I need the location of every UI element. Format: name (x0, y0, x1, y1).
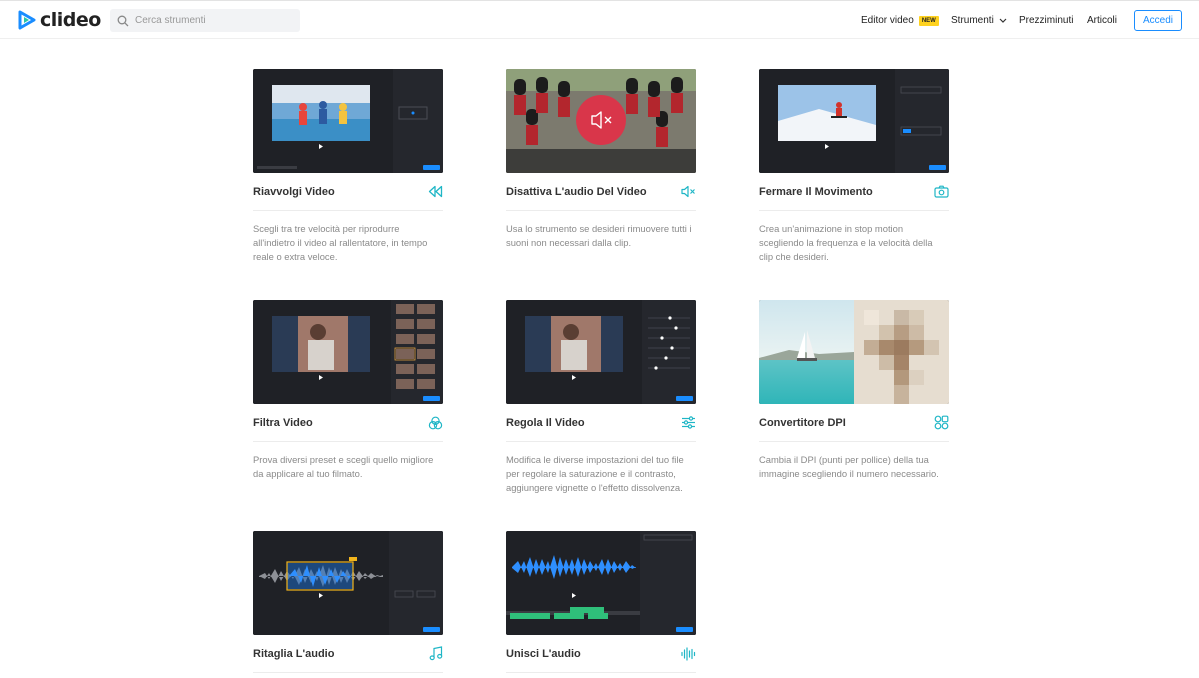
card-title[interactable]: Ritaglia L'audio (253, 648, 334, 660)
filter-video-thumbnail[interactable] (253, 300, 443, 404)
card-title[interactable]: Fermare Il Movimento (759, 186, 873, 198)
mute-icon (681, 184, 696, 199)
top-header: clideo Editor video NEW Strumenti Prezzi… (0, 0, 1199, 39)
card-title-row: Regola Il Video (506, 404, 696, 442)
login-button[interactable]: Accedi (1134, 10, 1182, 31)
nav-video-editor[interactable]: Editor video NEW (861, 1, 939, 40)
tool-card-reverse-video[interactable]: Riavvolgi Video Scegli tra tre velocità … (253, 69, 443, 264)
card-title-row: Fermare Il Movimento (759, 173, 949, 211)
card-title[interactable]: Disattiva L'audio Del Video (506, 186, 647, 198)
tool-card-adjust-video[interactable]: Regola Il Video Modifica le diverse impo… (506, 300, 696, 495)
play-logo-icon (18, 10, 36, 30)
logo-text: clideo (40, 9, 101, 31)
card-title-row: Unisci L'audio (506, 635, 696, 673)
rewind-icon (428, 184, 443, 199)
card-description: Usa lo strumento se desideri rimuovere t… (506, 223, 692, 248)
filter-circles-icon (428, 415, 443, 430)
tool-card-mute-video[interactable]: Disattiva L'audio Del Video Usa lo strum… (506, 69, 696, 250)
card-description: Crea un'animazione in stop motion scegli… (759, 223, 933, 262)
adjust-video-thumbnail[interactable] (506, 300, 696, 404)
nav-video-editor-label: Editor video (861, 15, 914, 26)
nav-prices-label: Prezziminuti (1019, 15, 1074, 26)
card-title[interactable]: Riavvolgi Video (253, 186, 335, 198)
nav-tools-label: Strumenti (951, 15, 994, 26)
card-title[interactable]: Filtra Video (253, 417, 313, 429)
card-title-row: Ritaglia L'audio (253, 635, 443, 673)
nav-tools-dropdown[interactable]: Strumenti (951, 1, 1007, 40)
tool-card-stop-motion[interactable]: Fermare Il Movimento Crea un'animazione … (759, 69, 949, 264)
reverse-video-thumbnail[interactable] (253, 69, 443, 173)
search-icon (117, 15, 129, 27)
cut-audio-thumbnail[interactable] (253, 531, 443, 635)
card-title-row: Disattiva L'audio Del Video (506, 173, 696, 211)
card-title-row: Convertitore DPI (759, 404, 949, 442)
mute-video-thumbnail[interactable] (506, 69, 696, 173)
card-title-row: Filtra Video (253, 404, 443, 442)
tool-card-filter-video[interactable]: Filtra Video Prova diversi preset e sceg… (253, 300, 443, 481)
card-description: Prova diversi preset e scegli quello mig… (253, 454, 434, 479)
chevron-down-icon (999, 18, 1007, 24)
card-description: Modifica le diverse impostazioni del tuo… (506, 454, 684, 493)
dpi-shapes-icon (934, 415, 949, 430)
waveform-icon (681, 646, 696, 661)
card-title[interactable]: Convertitore DPI (759, 417, 846, 429)
nav-articles[interactable]: Articoli (1087, 1, 1117, 40)
sliders-icon (681, 415, 696, 430)
card-title[interactable]: Regola Il Video (506, 417, 585, 429)
card-title[interactable]: Unisci L'audio (506, 648, 581, 660)
merge-audio-thumbnail[interactable] (506, 531, 696, 635)
search-bar[interactable] (110, 9, 300, 32)
dpi-converter-thumbnail[interactable] (759, 300, 949, 404)
camera-icon (934, 184, 949, 199)
tool-card-merge-audio[interactable]: Unisci L'audio (506, 531, 696, 673)
stop-motion-thumbnail[interactable] (759, 69, 949, 173)
music-note-icon (428, 646, 443, 661)
nav-prices[interactable]: Prezziminuti (1019, 1, 1073, 40)
new-badge: NEW (918, 15, 939, 26)
tool-card-dpi-converter[interactable]: Convertitore DPI Cambia il DPI (punti pe… (759, 300, 949, 481)
card-description: Cambia il DPI (punti per pollice) della … (759, 454, 939, 479)
nav-articles-label: Articoli (1087, 15, 1118, 26)
clideo-logo[interactable]: clideo (18, 9, 101, 31)
card-description: Scegli tra tre velocità per riprodurre a… (253, 223, 428, 262)
card-title-row: Riavvolgi Video (253, 173, 443, 211)
tool-card-cut-audio[interactable]: Ritaglia L'audio (253, 531, 443, 673)
search-input[interactable] (135, 15, 285, 26)
